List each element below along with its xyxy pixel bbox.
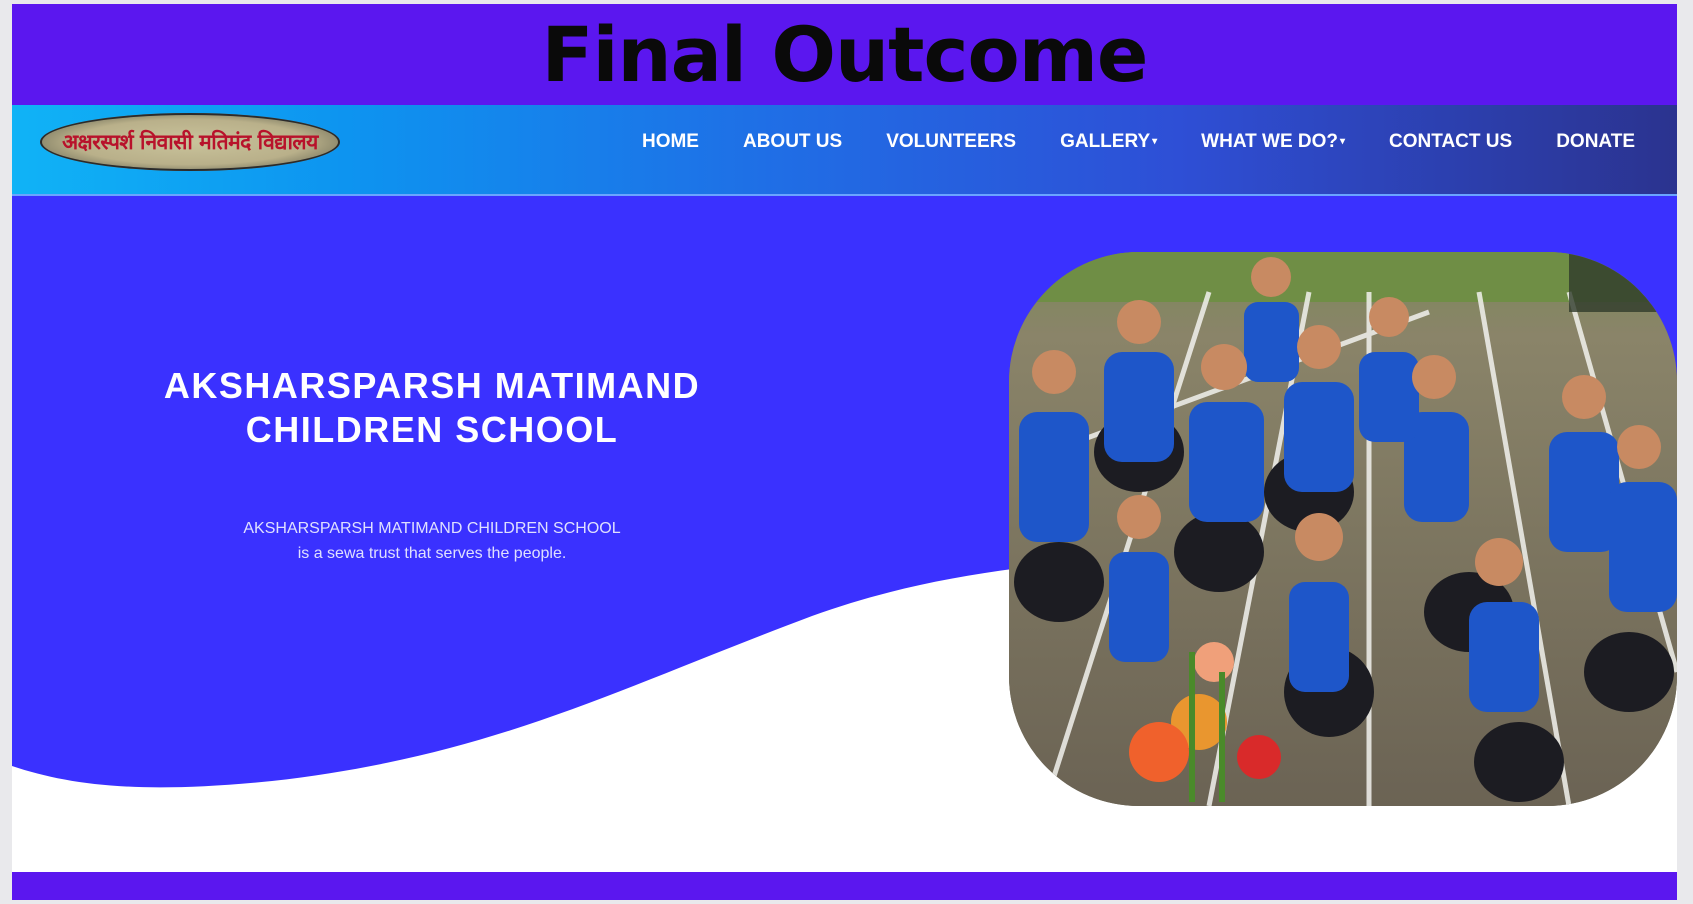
site-header: अक्षरस्पर्श निवासी मतिमंद विद्यालय HOME … <box>12 105 1677 196</box>
chevron-down-icon: ▾ <box>1340 136 1346 147</box>
footer-strip <box>12 872 1677 900</box>
nav-volunteers-label: VOLUNTEERS <box>886 131 1017 152</box>
hero-title-line1: AKSHARSPARSH MATIMAND <box>163 365 701 406</box>
hero-photo <box>1009 252 1677 806</box>
nav-volunteers[interactable]: VOLUNTEERS <box>886 131 1016 153</box>
nav-about-us[interactable]: ABOUT US <box>743 131 842 153</box>
chevron-down-icon: ▾ <box>1152 136 1158 147</box>
page-frame: Final Outcome अक्षरस्पर्श निवासी मतिमंद … <box>12 4 1677 900</box>
hero-title-line2: CHILDREN SCHOOL <box>245 409 619 450</box>
nav-what-we-do[interactable]: WHAT WE DO? ▾ <box>1201 131 1345 153</box>
logo-text: अक्षरस्पर्श निवासी मतिमंद विद्यालय <box>62 129 318 154</box>
nav-donate[interactable]: DONATE <box>1556 131 1635 153</box>
hero-subtitle-line1: AKSHARSPARSH MATIMAND CHILDREN SCHOOL <box>243 520 621 537</box>
nav-contact-us[interactable]: CONTACT US <box>1389 131 1512 153</box>
banner-title: Final Outcome <box>541 9 1149 99</box>
nav-about-us-label: ABOUT US <box>742 131 843 152</box>
school-logo[interactable]: अक्षरस्पर्श निवासी मतिमंद विद्यालय <box>40 113 340 171</box>
nav-gallery[interactable]: GALLERY ▾ <box>1060 131 1157 153</box>
nav-donate-label: DONATE <box>1556 131 1635 152</box>
nav-what-we-do-label: WHAT WE DO? <box>1201 131 1339 152</box>
nav-contact-us-label: CONTACT US <box>1389 131 1513 152</box>
hero-subtitle-line2: is a sewa trust that serves the people. <box>297 545 567 562</box>
nav-home[interactable]: HOME <box>642 131 699 153</box>
title-banner: Final Outcome <box>12 4 1677 105</box>
main-nav: HOME ABOUT US VOLUNTEERS GALLERY ▾ WHAT W… <box>642 105 1635 179</box>
nav-home-label: HOME <box>641 131 699 152</box>
hero-title: AKSHARSPARSH MATIMAND CHILDREN SCHOOL <box>72 364 792 452</box>
children-photo-illustration <box>1009 252 1677 806</box>
hero-subtitle: AKSHARSPARSH MATIMAND CHILDREN SCHOOL is… <box>132 516 732 566</box>
nav-gallery-label: GALLERY <box>1060 131 1151 152</box>
